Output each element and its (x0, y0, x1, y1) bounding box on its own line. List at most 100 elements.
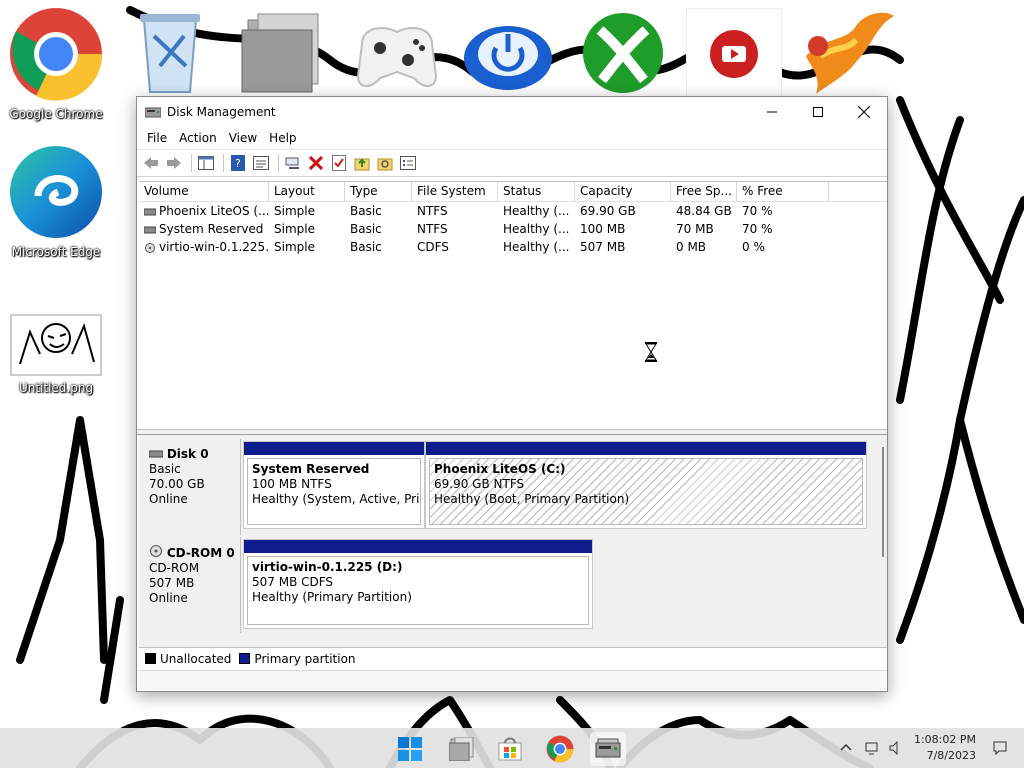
volume-name: System Reserved (159, 222, 264, 236)
disk-size: 70.00 GB (149, 477, 205, 491)
column-header-status[interactable]: Status (498, 182, 575, 201)
help-icon: ? (231, 155, 245, 171)
title-bar[interactable]: Disk Management (137, 97, 887, 127)
desktop-icon-label: Google Chrome (9, 107, 103, 121)
legend-label: Unallocated (160, 651, 232, 666)
disk-management-icon (145, 107, 161, 118)
recycle-bin-icon[interactable] (130, 6, 210, 96)
cd-drive-icon (145, 242, 155, 253)
xbox-icon[interactable] (578, 10, 668, 96)
table-row[interactable]: Phoenix LiteOS (... Simple Basic NTFS He… (139, 202, 887, 220)
menu-help[interactable]: Help (263, 131, 302, 145)
xbox-controller-icon[interactable] (352, 14, 442, 94)
menu-view[interactable]: View (223, 131, 263, 145)
folder-up-icon (354, 158, 370, 171)
column-header-percent-free[interactable]: % Free (737, 182, 829, 201)
legend-unallocated: Unallocated (145, 652, 231, 666)
disk-info[interactable]: Disk 0 Basic 70.00 GB Online (141, 439, 241, 535)
help-button[interactable]: ? (228, 153, 248, 173)
close-button[interactable] (841, 97, 887, 127)
youtube-icon[interactable] (686, 8, 782, 98)
chevron-up-icon[interactable] (838, 740, 854, 756)
partition-status: Healthy (Boot, Primary Partition) (434, 492, 630, 506)
partition-size: 69.90 GB NTFS (434, 477, 525, 491)
free-space-cell: 48.84 GB (676, 204, 732, 218)
column-header-capacity[interactable]: Capacity (575, 182, 671, 201)
partition-name: System Reserved (252, 462, 370, 476)
disk-name: CD-ROM 0 (166, 546, 235, 560)
notification-icon[interactable] (992, 740, 1008, 756)
column-header-type[interactable]: Type (345, 182, 412, 201)
taskbar: 1:08:02 PM 7/8/2023 (0, 728, 1024, 768)
taskbar-file-explorer[interactable] (444, 732, 480, 766)
list-icon (400, 156, 416, 170)
folder-search-icon (377, 158, 393, 171)
column-header-layout[interactable]: Layout (269, 182, 345, 201)
volume-name: Phoenix LiteOS (... (159, 204, 269, 218)
console-tree-icon (198, 156, 214, 170)
table-row[interactable]: System Reserved Simple Basic NTFS Health… (139, 220, 887, 238)
disk-row: CD-ROM 0 CD-ROM 507 MB Online virtio-win… (139, 537, 873, 633)
toolbar-separator (278, 154, 279, 172)
show-hide-console-tree-button[interactable] (196, 153, 216, 173)
scrollbar-thumb[interactable] (882, 447, 884, 557)
delete-button[interactable] (306, 153, 326, 173)
layout-cell: Simple (274, 240, 315, 254)
partition-type-bar (426, 442, 866, 455)
maximize-icon (813, 107, 823, 117)
properties-button[interactable] (251, 153, 271, 173)
maximize-button[interactable] (795, 97, 841, 127)
partition-system-reserved[interactable]: System Reserved 100 MB NTFS Healthy (Sys… (243, 441, 425, 529)
table-row[interactable]: virtio-win-0.1.225... Simple Basic CDFS … (139, 238, 887, 256)
taskbar-microsoft-store[interactable] (492, 732, 528, 766)
partition-d-drive[interactable]: virtio-win-0.1.225 (D:) 507 MB CDFS Heal… (243, 539, 593, 629)
forward-button[interactable] (164, 153, 184, 173)
connect-button[interactable] (283, 153, 303, 173)
open-folder-button[interactable] (352, 153, 372, 173)
check-button[interactable] (329, 153, 349, 173)
phoenix-icon[interactable] (796, 6, 896, 98)
cd-rom-icon (150, 545, 162, 557)
disk-state: Online (149, 492, 188, 506)
volume-icon[interactable] (888, 740, 904, 756)
taskbar-disk-management[interactable] (590, 732, 626, 766)
windows-start-icon (398, 737, 422, 761)
desktop-icon-chrome[interactable]: Google Chrome (6, 6, 106, 121)
connect-icon (285, 157, 299, 169)
disk-size: 507 MB (149, 576, 195, 590)
taskbar-chrome[interactable] (542, 732, 578, 766)
column-header-volume[interactable]: Volume (139, 182, 269, 201)
clock-time: 1:08:02 PM (913, 733, 976, 746)
search-folder-button[interactable] (375, 153, 395, 173)
back-button[interactable] (141, 153, 161, 173)
desktop-icon-edge[interactable]: Microsoft Edge (6, 144, 106, 259)
partition-details: System Reserved 100 MB NTFS Healthy (Sys… (247, 458, 421, 525)
power-button-icon[interactable] (460, 14, 556, 94)
desktop-icon-untitled-png[interactable]: Untitled.png (6, 314, 106, 395)
menu-action[interactable]: Action (173, 131, 223, 145)
settings-list-button[interactable] (398, 153, 418, 173)
disk-view-scrollbar[interactable] (879, 443, 887, 563)
status-cell: Healthy (... (503, 222, 570, 236)
disk-info[interactable]: CD-ROM 0 CD-ROM 507 MB Online (141, 537, 241, 633)
minimize-button[interactable] (749, 97, 795, 127)
taskbar-clock[interactable]: 1:08:02 PM 7/8/2023 (914, 732, 976, 764)
chrome-icon (10, 8, 103, 101)
percent-free-cell: 70 % (742, 204, 773, 218)
network-icon[interactable] (864, 740, 880, 756)
column-header-file-system[interactable]: File System (412, 182, 498, 201)
status-bar (139, 670, 887, 690)
start-button[interactable] (392, 732, 428, 766)
menu-file[interactable]: File (141, 131, 173, 145)
file-system-cell: CDFS (417, 240, 449, 254)
partition-name: Phoenix LiteOS (C:) (434, 462, 566, 476)
volume-list-header: Volume Layout Type File System Status Ca… (139, 182, 887, 202)
partition-c-drive[interactable]: Phoenix LiteOS (C:) 69.90 GB NTFS Health… (425, 441, 867, 529)
status-cell: Healthy (... (503, 204, 570, 218)
partition-size: 100 MB NTFS (252, 477, 332, 491)
partition-name: virtio-win-0.1.225 (D:) (252, 560, 403, 574)
toolbar-separator (191, 154, 192, 172)
column-header-free-space[interactable]: Free Sp... (671, 182, 737, 201)
disk-state: Online (149, 591, 188, 605)
folder-icon[interactable] (238, 10, 328, 96)
